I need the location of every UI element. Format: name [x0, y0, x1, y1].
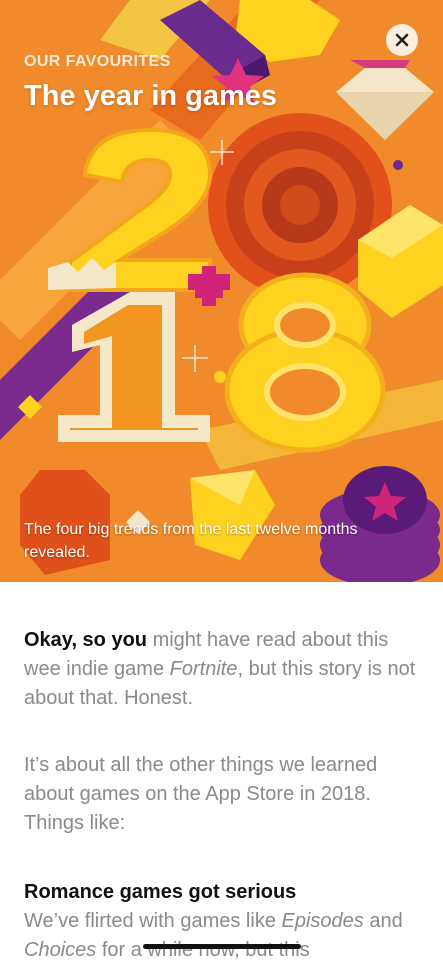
- close-icon: [395, 33, 409, 47]
- home-indicator[interactable]: [143, 944, 301, 949]
- game-name-choices: Choices: [24, 939, 97, 961]
- article-paragraph-3: We’ve flirted with games like Episodes a…: [24, 910, 403, 961]
- hero-subtitle: The four big trends from the last twelve…: [24, 521, 358, 561]
- game-name-episodes: Episodes: [281, 910, 364, 932]
- article-body: Okay, so you might have read about this …: [24, 626, 424, 965]
- game-name-fortnite: Fortnite: [169, 658, 238, 680]
- article-paragraph-1: Okay, so you might have read about this …: [24, 629, 416, 709]
- article-paragraph-2: It’s about all the other things we learn…: [24, 754, 378, 834]
- section-heading: Romance games got serious: [24, 881, 297, 903]
- hero-title: The year in games: [24, 80, 278, 112]
- hero-eyebrow: OUR FAVOURITES: [24, 53, 171, 70]
- close-button[interactable]: [386, 24, 418, 56]
- lead-in-text: Okay, so you: [24, 629, 148, 651]
- hero-card: OUR FAVOURITES The year in games The fou…: [0, 0, 443, 582]
